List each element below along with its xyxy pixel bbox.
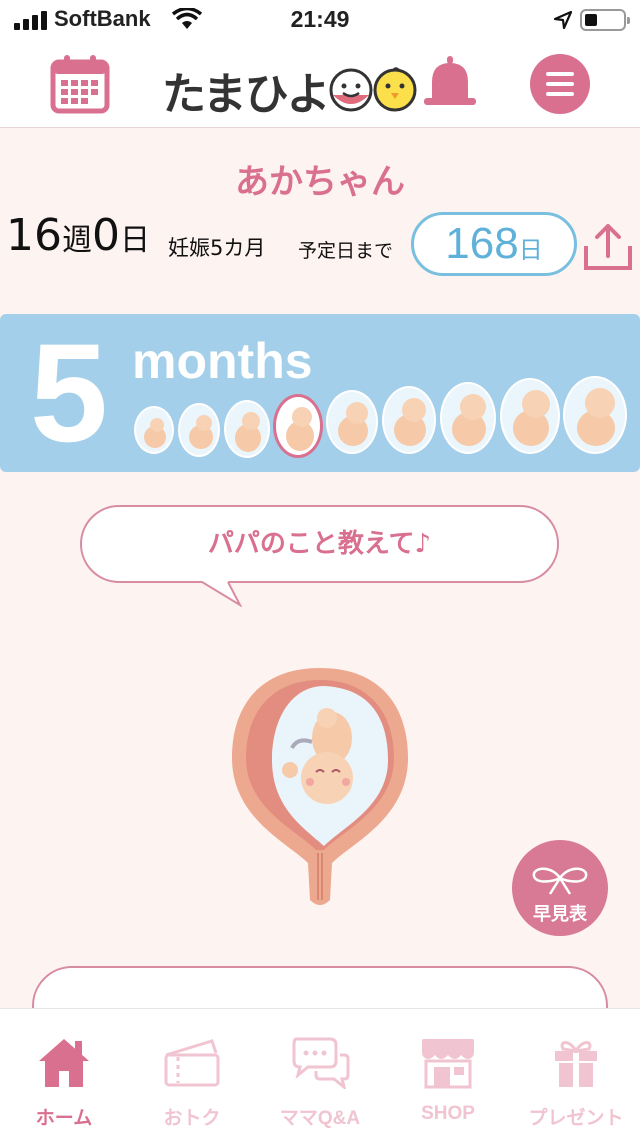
tab-home[interactable]: ホーム bbox=[0, 1009, 128, 1136]
month-6-fetus[interactable] bbox=[382, 386, 436, 454]
clock: 21:49 bbox=[290, 6, 350, 32]
coupon-icon bbox=[164, 1039, 220, 1087]
until-due-label: 予定日まで bbox=[298, 240, 394, 262]
womb-fetus-illustration bbox=[232, 668, 408, 905]
tab-deals[interactable]: おトク bbox=[128, 1009, 256, 1136]
tab-label: プレゼント bbox=[528, 1108, 624, 1129]
tab-mama-qa[interactable]: ママQ&A bbox=[256, 1009, 384, 1136]
month-1-fetus[interactable] bbox=[134, 406, 174, 454]
days-until-due-badge: 168日 bbox=[411, 212, 577, 276]
months-label: months bbox=[132, 333, 313, 389]
month-3-fetus[interactable] bbox=[224, 400, 270, 458]
tab-label: ホーム bbox=[35, 1108, 93, 1129]
months-band: 5 months bbox=[0, 314, 640, 472]
month-8-fetus[interactable] bbox=[500, 378, 560, 454]
logo-text: たまひよ bbox=[162, 69, 331, 120]
gift-icon bbox=[555, 1041, 597, 1087]
logo-characters-icon bbox=[329, 67, 417, 112]
menu-line bbox=[546, 72, 574, 76]
quick-table-label: 早見表 bbox=[533, 904, 587, 925]
month-2-fetus[interactable] bbox=[178, 403, 220, 457]
tamahiyo-logo: たまひよ bbox=[162, 58, 419, 122]
tab-shop[interactable]: SHOP bbox=[384, 1009, 512, 1136]
days-value: 0 bbox=[92, 210, 120, 261]
status-bar: SoftBank 21:49 bbox=[0, 0, 640, 40]
calendar-icon[interactable] bbox=[50, 54, 110, 114]
baby-name[interactable]: あかちゃん bbox=[0, 154, 640, 203]
tab-label: おトク bbox=[163, 1108, 221, 1129]
month-9-fetus[interactable] bbox=[563, 376, 627, 454]
month-number: 5 bbox=[30, 314, 108, 471]
home-icon bbox=[39, 1039, 89, 1087]
app-header: たまひよ bbox=[0, 40, 640, 128]
tab-present[interactable]: プレゼント bbox=[512, 1009, 640, 1136]
menu-line bbox=[546, 82, 574, 86]
bottom-tab-bar: ホーム おトク ママQ&A SHOP プレゼント bbox=[0, 1008, 640, 1136]
tab-label: SHOP bbox=[421, 1103, 475, 1124]
speech-bubble-papa[interactable]: パパのこと教えて♪ bbox=[80, 505, 559, 583]
speech-bubble-tail bbox=[202, 581, 243, 607]
share-icon[interactable] bbox=[582, 222, 634, 272]
menu-button[interactable] bbox=[530, 54, 590, 114]
menu-line bbox=[546, 92, 574, 96]
tab-label: ママQ&A bbox=[279, 1108, 361, 1129]
month-4-fetus-selected[interactable] bbox=[273, 394, 323, 458]
month-7-fetus[interactable] bbox=[440, 382, 496, 454]
pregnancy-month-label: 妊娠5カ月 bbox=[168, 236, 266, 260]
pregnancy-week-counter: 16週0日 bbox=[6, 210, 150, 261]
bell-icon[interactable] bbox=[422, 54, 478, 114]
shop-icon bbox=[422, 1039, 474, 1089]
days-until-due-unit: 日 bbox=[518, 236, 543, 264]
quick-table-button[interactable]: 早見表 bbox=[512, 840, 608, 936]
ribbon-icon bbox=[532, 867, 588, 895]
days-unit: 日 bbox=[120, 223, 150, 258]
chat-icon bbox=[292, 1037, 350, 1089]
location-icon bbox=[553, 10, 573, 30]
battery-icon bbox=[580, 9, 630, 31]
days-until-due-value: 168 bbox=[445, 219, 519, 268]
weeks-value: 16 bbox=[6, 210, 62, 261]
month-5-fetus[interactable] bbox=[326, 390, 378, 454]
weeks-unit: 週 bbox=[62, 223, 92, 258]
